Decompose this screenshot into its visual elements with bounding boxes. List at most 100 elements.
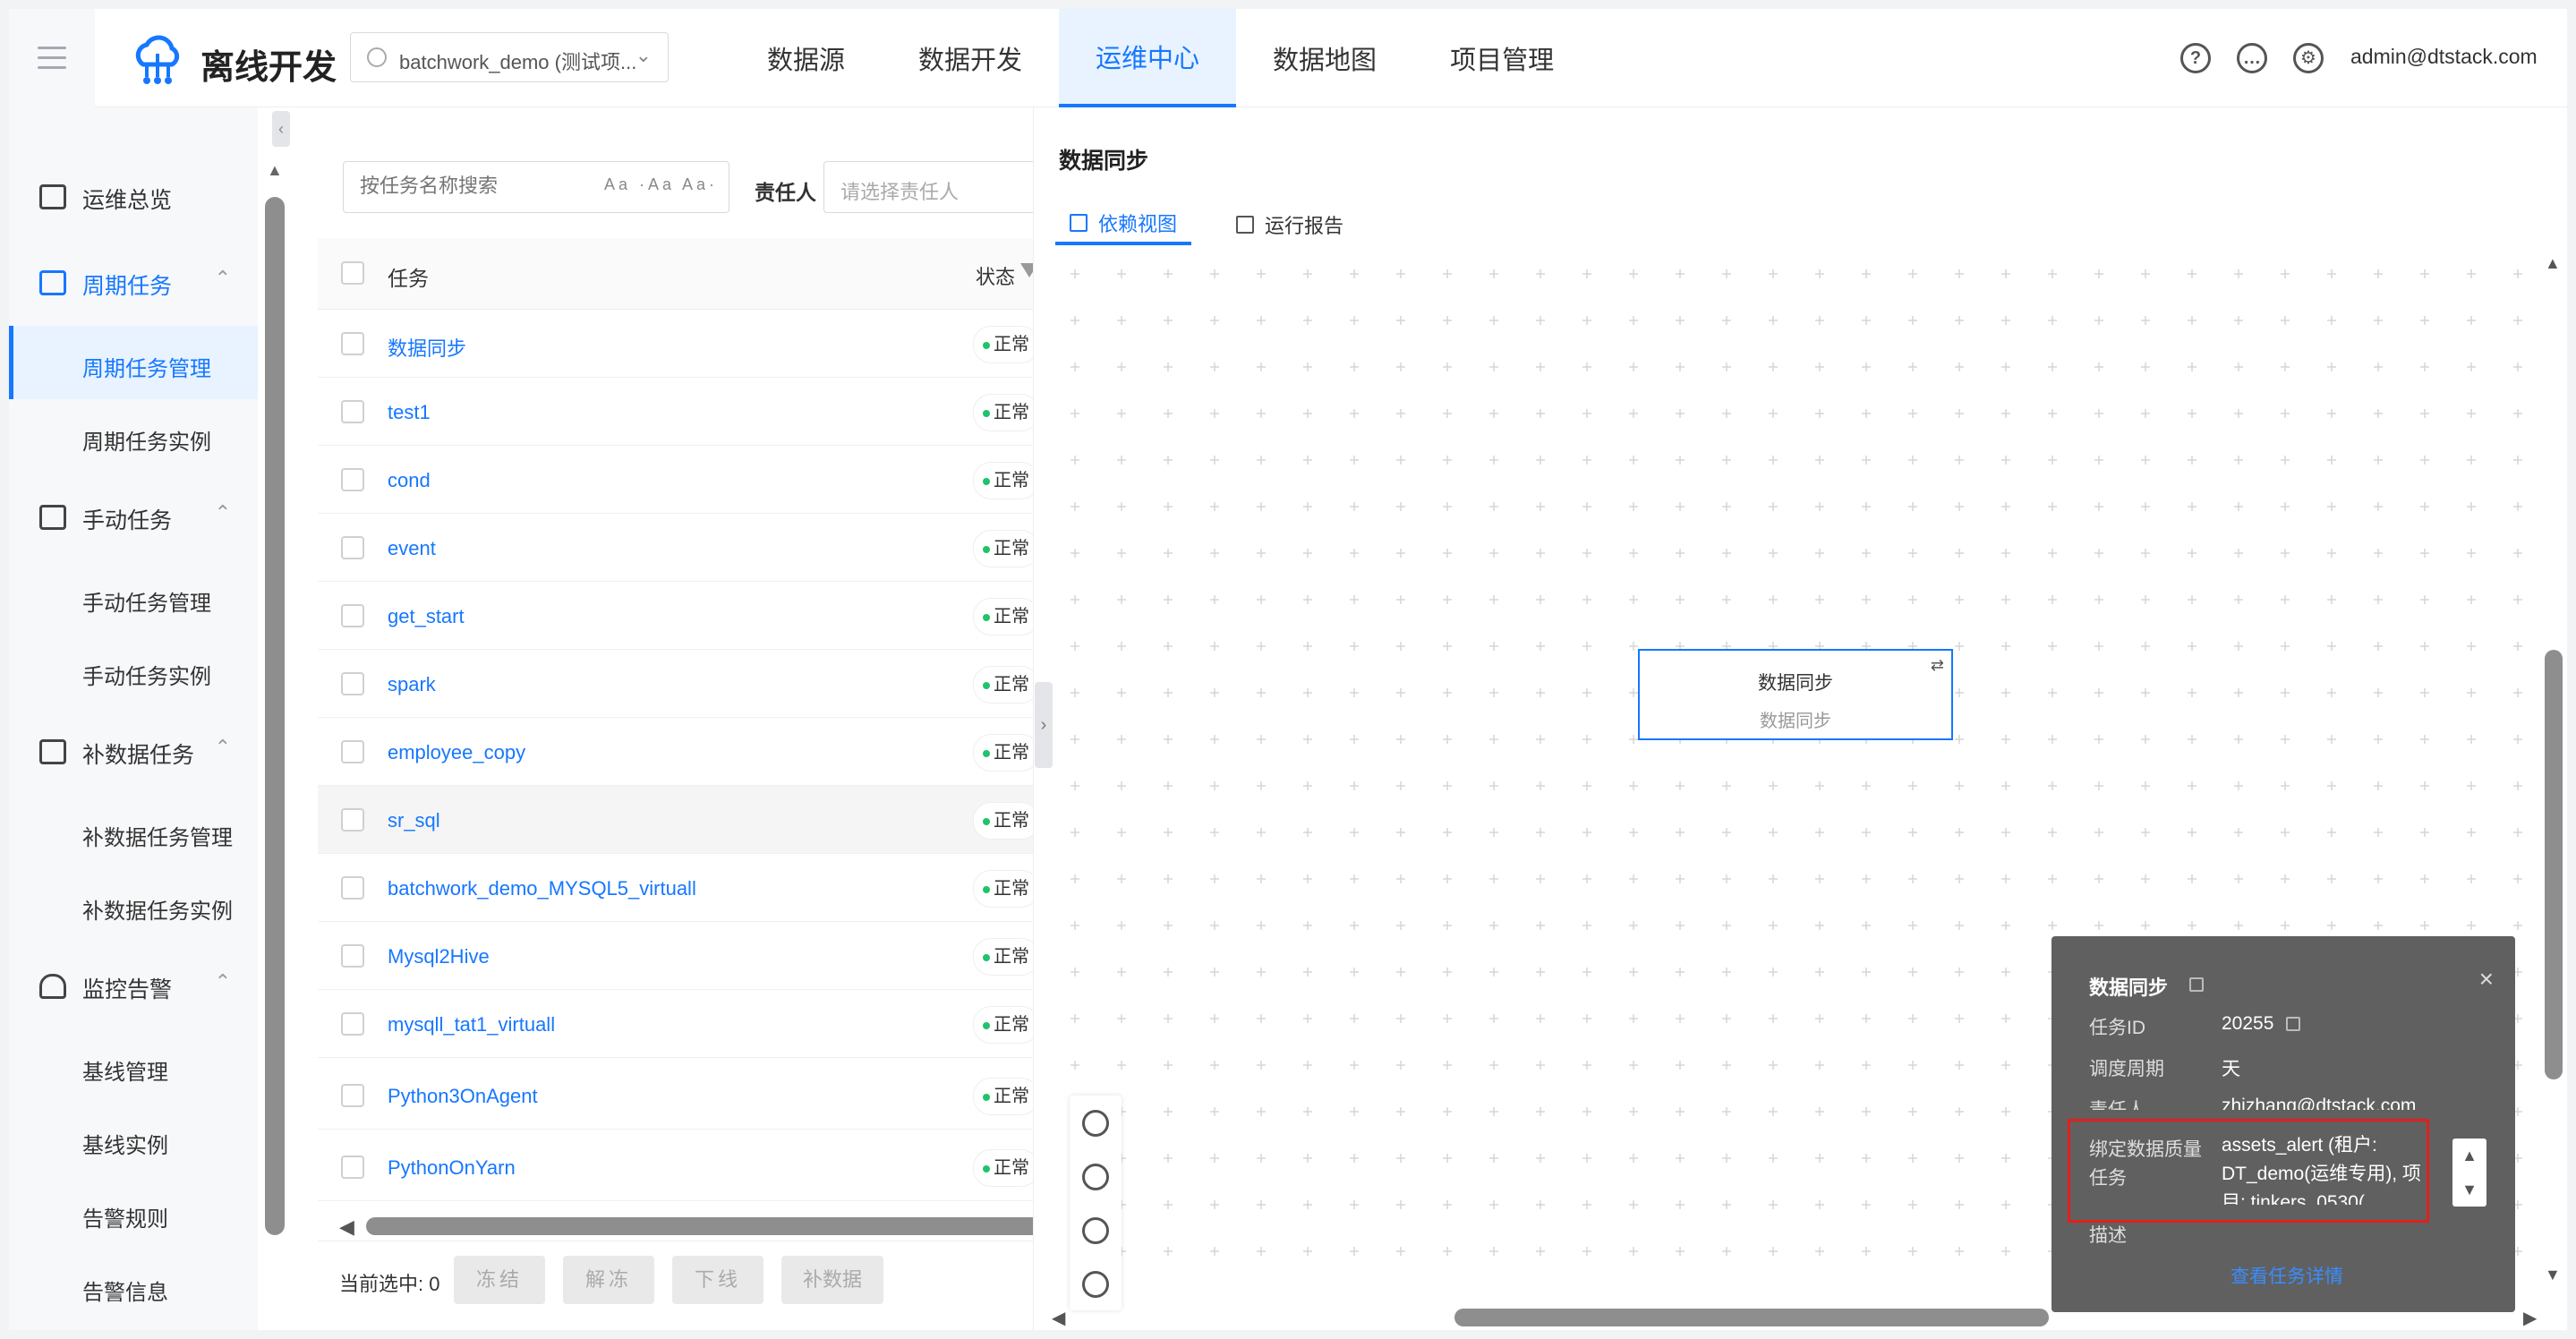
- scroll-up-icon[interactable]: ▲: [2545, 254, 2561, 273]
- search-options[interactable]: Aa ·Aa Aa·: [604, 175, 718, 194]
- zoom-out-icon[interactable]: [1082, 1271, 1109, 1298]
- select-all-checkbox[interactable]: [341, 261, 364, 285]
- project-select[interactable]: batchwork_demo (测试项... ⌄: [350, 32, 669, 82]
- row-checkbox[interactable]: [341, 468, 364, 491]
- unfreeze-button[interactable]: 解冻: [563, 1256, 654, 1304]
- quality-scroller[interactable]: ▲ ▼: [2452, 1139, 2486, 1207]
- sidebar-item-ops-overview[interactable]: 运维总览: [9, 170, 258, 224]
- backfill-button[interactable]: 补数据: [781, 1256, 883, 1304]
- tab-dependency-view[interactable]: 依赖视图: [1055, 204, 1192, 245]
- sidebar-collapse-button[interactable]: ‹: [272, 111, 290, 147]
- copy-icon[interactable]: [2189, 977, 2204, 992]
- panel-collapse-handle[interactable]: ›: [1035, 682, 1053, 768]
- list-horizontal-scrollbar[interactable]: ◀: [339, 1215, 1043, 1238]
- table-row[interactable]: spark 正常: [318, 650, 1043, 718]
- scroll-up-icon[interactable]: ▲: [267, 161, 283, 180]
- row-checkbox[interactable]: [341, 672, 364, 695]
- task-name-link[interactable]: mysqll_tat1_virtuall: [388, 1013, 555, 1036]
- scrollbar-thumb[interactable]: [1454, 1309, 2049, 1326]
- nav-ops-center[interactable]: 运维中心: [1059, 9, 1237, 107]
- canvas-vertical-scrollbar[interactable]: ▲ ▼: [2543, 251, 2564, 1289]
- sidebar-group-monitor[interactable]: 监控告警 ⌃: [9, 959, 258, 1013]
- node-link-icon[interactable]: ⇄: [1931, 656, 1944, 675]
- table-row[interactable]: Python3OnAgent 正常: [318, 1062, 1043, 1130]
- task-name-link[interactable]: spark: [388, 673, 436, 696]
- sidebar-item-alert-rules[interactable]: 告警规则: [9, 1176, 258, 1249]
- menu-toggle-area[interactable]: [9, 9, 95, 107]
- task-name-link[interactable]: PythonOnYarn: [388, 1156, 516, 1180]
- message-icon[interactable]: …: [2237, 43, 2267, 73]
- row-checkbox[interactable]: [341, 944, 364, 968]
- scrollbar-thumb[interactable]: [2545, 650, 2563, 1079]
- task-name-link[interactable]: employee_copy: [388, 741, 525, 764]
- sidebar-group-manual[interactable]: 手动任务 ⌃: [9, 490, 258, 544]
- table-row[interactable]: mysqll_tat1_virtuall 正常: [318, 990, 1043, 1058]
- sidebar-item-periodic-instance[interactable]: 周期任务实例: [9, 399, 258, 473]
- task-name-link[interactable]: get_start: [388, 605, 465, 628]
- sidebar-item-periodic-mgmt[interactable]: 周期任务管理: [9, 326, 258, 399]
- task-name-link[interactable]: sr_sql: [388, 809, 440, 832]
- scroll-right-icon[interactable]: ▶: [2523, 1307, 2537, 1329]
- table-row[interactable]: cond 正常: [318, 446, 1043, 514]
- scroll-up-icon[interactable]: ▲: [2452, 1139, 2486, 1173]
- task-name-link[interactable]: batchwork_demo_MYSQL5_virtuall: [388, 877, 696, 900]
- sidebar-item-manual-instance[interactable]: 手动任务实例: [9, 634, 258, 707]
- sidebar-item-baseline-instance[interactable]: 基线实例: [9, 1103, 258, 1176]
- search-input[interactable]: [360, 175, 601, 198]
- gear-icon[interactable]: ⚙: [2293, 43, 2324, 73]
- sidebar-item-baseline-mgmt[interactable]: 基线管理: [9, 1029, 258, 1103]
- row-checkbox[interactable]: [341, 1084, 364, 1107]
- scroll-left-icon[interactable]: ◀: [1052, 1307, 1065, 1329]
- nav-datasource[interactable]: 数据源: [730, 9, 882, 107]
- scroll-down-icon[interactable]: ▼: [2545, 1266, 2561, 1284]
- table-row[interactable]: 数据同步 正常: [318, 310, 1043, 378]
- sidebar-item-manual-mgmt[interactable]: 手动任务管理: [9, 560, 258, 634]
- tab-run-report[interactable]: 运行报告: [1222, 204, 1358, 245]
- row-checkbox[interactable]: [341, 1156, 364, 1179]
- nav-project-mgmt[interactable]: 项目管理: [1413, 9, 1591, 107]
- help-icon[interactable]: ?: [2180, 43, 2211, 73]
- owner-select[interactable]: 请选择责任人: [823, 161, 1043, 213]
- table-row[interactable]: batchwork_demo_MYSQL5_virtuall 正常: [318, 854, 1043, 922]
- row-checkbox[interactable]: [341, 604, 364, 627]
- task-node[interactable]: 数据同步 数据同步 ⇄: [1638, 649, 1953, 740]
- table-row[interactable]: PythonOnYarn 正常: [318, 1133, 1043, 1201]
- sidebar-item-backfill-instance[interactable]: 补数据任务实例: [9, 868, 258, 942]
- scroll-left-icon[interactable]: ◀: [339, 1215, 354, 1239]
- scrollbar-thumb[interactable]: [265, 197, 285, 1235]
- task-name-link[interactable]: test1: [388, 401, 431, 424]
- sidebar-item-alert-info[interactable]: 告警信息: [9, 1249, 258, 1323]
- table-row[interactable]: event 正常: [318, 514, 1043, 582]
- row-checkbox[interactable]: [341, 536, 364, 559]
- row-checkbox[interactable]: [341, 808, 364, 832]
- sidebar-item-backfill-mgmt[interactable]: 补数据任务管理: [9, 795, 258, 868]
- zoom-in-icon[interactable]: [1082, 1217, 1109, 1244]
- task-name-link[interactable]: event: [388, 537, 436, 560]
- table-row[interactable]: sr_sql 正常: [318, 786, 1043, 854]
- row-checkbox[interactable]: [341, 876, 364, 900]
- freeze-button[interactable]: 冻结: [454, 1256, 545, 1304]
- task-name-link[interactable]: Python3OnAgent: [388, 1085, 538, 1108]
- hamburger-icon[interactable]: [38, 47, 66, 76]
- locate-icon[interactable]: [1082, 1110, 1109, 1137]
- task-name-link[interactable]: 数据同步: [388, 333, 466, 362]
- table-row[interactable]: test1 正常: [318, 378, 1043, 446]
- offline-button[interactable]: 下线: [672, 1256, 763, 1304]
- task-search-box[interactable]: Aa ·Aa Aa·: [343, 161, 729, 213]
- refresh-icon[interactable]: [1082, 1164, 1109, 1190]
- user-email[interactable]: admin@dtstack.com: [2350, 45, 2538, 69]
- sidebar-group-periodic[interactable]: 周期任务 ⌃: [9, 256, 258, 310]
- sidebar-group-backfill[interactable]: 补数据任务 ⌃: [9, 725, 258, 779]
- row-checkbox[interactable]: [341, 400, 364, 423]
- table-row[interactable]: employee_copy 正常: [318, 718, 1043, 786]
- row-checkbox[interactable]: [341, 1012, 364, 1036]
- nav-data-map[interactable]: 数据地图: [1236, 9, 1413, 107]
- nav-data-dev[interactable]: 数据开发: [882, 9, 1059, 107]
- task-name-link[interactable]: Mysql2Hive: [388, 945, 490, 968]
- table-row[interactable]: Mysql2Hive 正常: [318, 922, 1043, 990]
- row-checkbox[interactable]: [341, 332, 364, 355]
- scrollbar-thumb[interactable]: [366, 1217, 1043, 1235]
- task-name-link[interactable]: cond: [388, 469, 431, 492]
- copy-icon[interactable]: [2286, 1017, 2300, 1031]
- close-icon[interactable]: ×: [2479, 965, 2494, 994]
